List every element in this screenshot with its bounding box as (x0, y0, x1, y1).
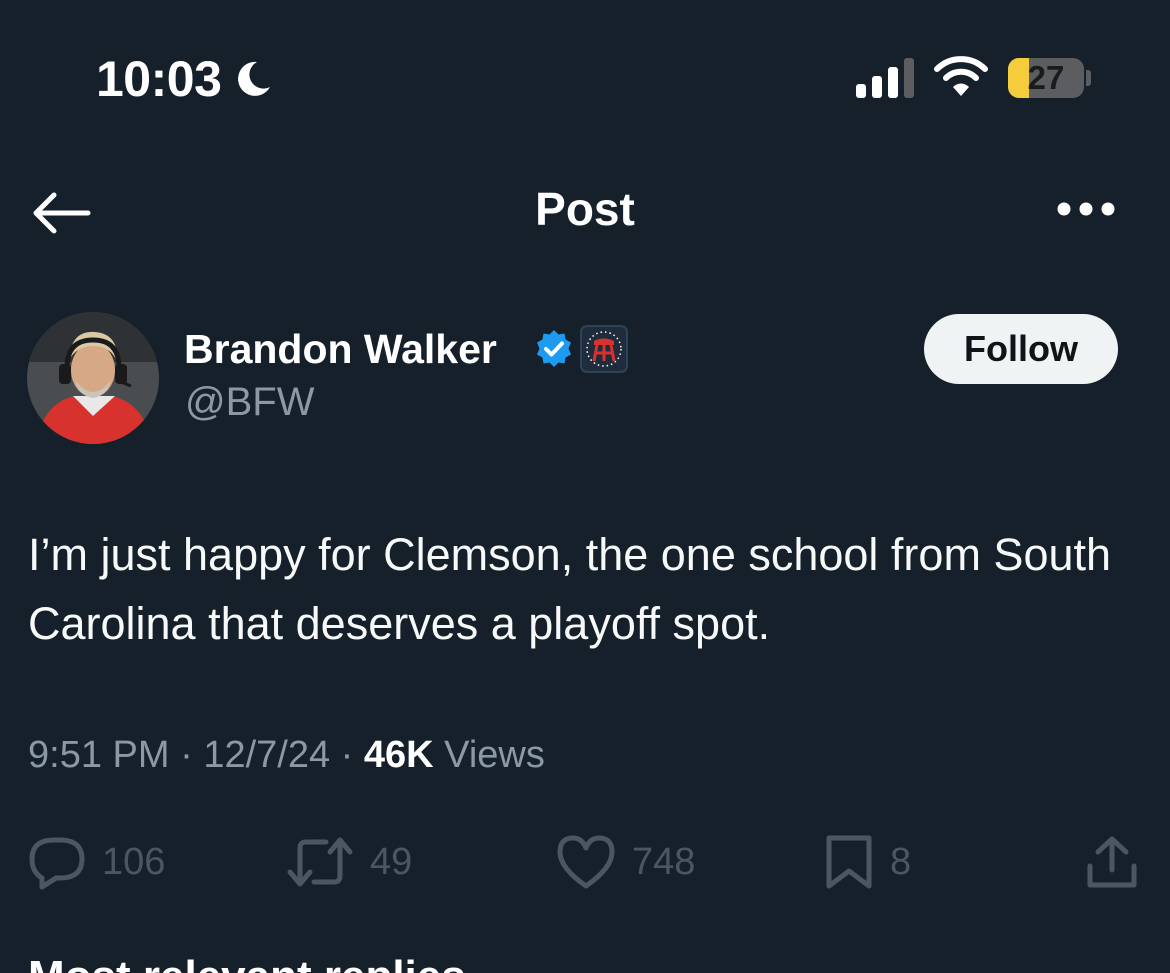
status-time: 10:03 (96, 51, 222, 107)
heart-icon (557, 835, 615, 889)
status-bar: 10:03 27 (0, 0, 1170, 150)
share-button[interactable] (1084, 830, 1140, 894)
repost-count: 49 (370, 840, 413, 883)
author-handle[interactable]: @BFW (185, 380, 314, 425)
bookmark-count: 8 (890, 840, 912, 883)
like-count: 748 (632, 840, 696, 883)
meta-separator: · (180, 734, 204, 776)
follow-button[interactable]: Follow (924, 314, 1118, 384)
views-label: Views (444, 734, 545, 776)
top-navigation: Post (0, 150, 1170, 270)
bookmark-icon (826, 835, 872, 889)
share-icon (1087, 836, 1137, 888)
reply-button[interactable]: 106 (28, 830, 165, 894)
barstool-affiliate-badge-icon[interactable] (580, 325, 628, 373)
battery-cap (1086, 70, 1091, 86)
more-options-icon[interactable] (1054, 198, 1118, 220)
status-clock: 10:03 (96, 50, 275, 108)
repost-button[interactable]: 49 (286, 830, 412, 894)
reply-icon (29, 837, 85, 890)
post-action-bar: 106 49 748 8 (0, 830, 1170, 894)
author-display-name[interactable]: Brandon Walker (184, 326, 497, 373)
page-title: Post (535, 183, 635, 235)
avatar[interactable] (27, 312, 159, 444)
post-metadata: 9:51 PM · 12/7/24 · 46K Views (28, 734, 545, 777)
cellular-signal-icon (856, 58, 914, 98)
battery-level: 27 (1027, 59, 1065, 96)
like-button[interactable]: 748 (556, 830, 695, 894)
reply-count: 106 (102, 840, 166, 883)
post-date[interactable]: 12/7/24 (203, 734, 330, 776)
repost-icon (287, 837, 353, 887)
views-count[interactable]: 46K (364, 734, 434, 776)
battery-indicator: 27 (1008, 58, 1084, 98)
wifi-icon (934, 56, 988, 96)
verified-badge-icon (537, 330, 571, 367)
post-time[interactable]: 9:51 PM (28, 734, 170, 776)
post-text: I’m just happy for Clemson, the one scho… (28, 529, 1112, 649)
replies-section-title[interactable]: Most relevant replies (28, 952, 466, 973)
meta-separator: · (340, 734, 364, 776)
moon-icon (238, 61, 271, 96)
bookmark-button[interactable]: 8 (824, 830, 911, 894)
